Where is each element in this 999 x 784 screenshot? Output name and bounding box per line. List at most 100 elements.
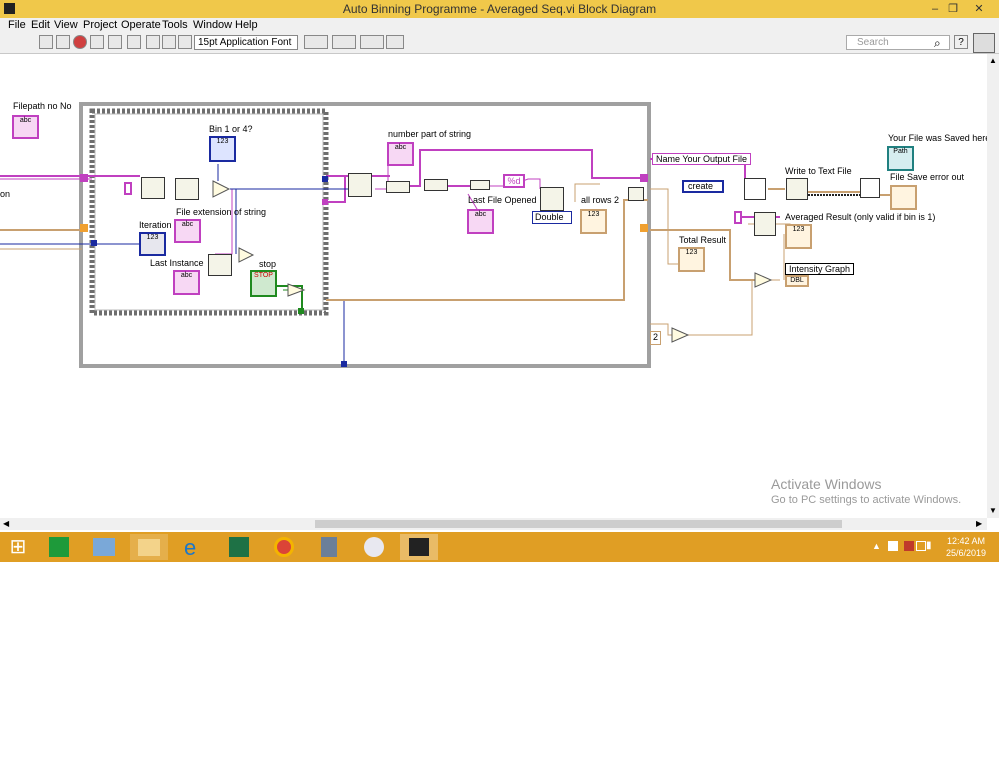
distribute-objects-icon[interactable] — [332, 35, 356, 49]
type-double-ring[interactable]: Double — [532, 211, 572, 224]
search-icon[interactable]: ⌕ — [934, 36, 941, 51]
tray-monitor-icon[interactable] — [916, 541, 926, 551]
menu-tools[interactable]: Tools — [162, 19, 188, 31]
open-file-node[interactable] — [744, 178, 766, 200]
tray-chevron-icon[interactable]: ▲ — [872, 541, 881, 551]
last-instance-terminal[interactable]: abc — [173, 270, 200, 295]
clock-time: 12:42 AM — [946, 536, 986, 546]
create-ring-constant[interactable]: create — [682, 180, 724, 193]
block-diagram-canvas[interactable]: Filepath no No on Bin 1 or 4? Iteration … — [0, 54, 990, 518]
align-objects-icon[interactable] — [304, 35, 328, 49]
all-rows-terminal[interactable]: 123 — [580, 209, 607, 234]
retain-wire-values-icon[interactable] — [127, 35, 141, 49]
number-to-string-node[interactable] — [175, 178, 199, 200]
run-arrow-icon[interactable] — [39, 35, 53, 49]
string-constant[interactable] — [734, 211, 742, 224]
number-part-terminal[interactable]: abc — [387, 142, 414, 166]
taskbar-clock[interactable]: 12:42 AM 25/6/2019 — [938, 535, 994, 559]
file-save-error-label: File Save error out — [890, 172, 965, 182]
notes-icon[interactable] — [85, 534, 123, 560]
pause-icon[interactable] — [90, 35, 104, 49]
tray-network-icon[interactable] — [888, 541, 898, 551]
vi-icon[interactable] — [973, 33, 995, 53]
menu-help[interactable]: Help — [235, 19, 258, 31]
font-select[interactable]: 15pt Application Font — [194, 35, 298, 50]
constant-two[interactable]: 2 — [650, 331, 661, 345]
last-file-terminal[interactable]: abc — [467, 209, 494, 234]
last-file-opened-label: Last File Opened — [468, 195, 537, 205]
file-extension-terminal[interactable]: abc — [174, 219, 201, 243]
write-text-file-node[interactable] — [786, 178, 808, 200]
scroll-left-icon[interactable]: ◀ — [3, 519, 9, 528]
run-continuously-icon[interactable] — [56, 35, 70, 49]
minimize-button[interactable]: – — [926, 1, 944, 17]
clean-up-diagram-icon[interactable] — [386, 35, 404, 49]
concatenate-node[interactable] — [386, 181, 410, 193]
outer-structure-frame — [79, 102, 651, 368]
step-out-icon[interactable] — [178, 35, 192, 49]
read-spreadsheet-node[interactable] — [540, 187, 564, 211]
bin-terminal[interactable]: 123 — [209, 136, 236, 162]
filepath-terminal[interactable]: abc — [12, 115, 39, 139]
tray-flag-icon[interactable] — [904, 541, 914, 551]
saved-path-terminal[interactable]: Path — [887, 146, 914, 171]
toolbar: 15pt Application Font Search ⌕ ? — [0, 33, 999, 54]
iteration-terminal[interactable]: 123 — [139, 232, 166, 256]
menu-view[interactable]: View — [54, 19, 78, 31]
merge-node[interactable] — [628, 187, 644, 201]
taskbar: ⊞ e ▲ ▮ 12:42 AM 25/6/2019 — [0, 532, 999, 562]
stop-button-terminal[interactable]: STOP — [250, 270, 277, 297]
highlight-execution-icon[interactable] — [108, 35, 122, 49]
scroll-up-icon[interactable]: ▲ — [989, 56, 997, 65]
start-windows-icon[interactable]: ⊞ — [0, 534, 36, 560]
paint-app-icon[interactable] — [355, 534, 393, 560]
menu-operate[interactable]: Operate — [121, 19, 161, 31]
scroll-down-icon[interactable]: ▼ — [989, 506, 997, 515]
menu-window[interactable]: Window — [193, 19, 232, 31]
excel-icon[interactable] — [220, 534, 258, 560]
tray-signal-icon[interactable]: ▮ — [926, 540, 932, 551]
clock-date: 25/6/2019 — [945, 548, 987, 558]
internet-explorer-icon[interactable]: e — [175, 534, 213, 560]
scroll-right-icon[interactable]: ▶ — [976, 519, 982, 528]
step-over-icon[interactable] — [162, 35, 176, 49]
close-file-node[interactable] — [860, 178, 880, 198]
abort-icon[interactable] — [73, 35, 87, 49]
format-into-string-node[interactable] — [424, 179, 448, 191]
total-result-terminal[interactable]: 123 — [678, 247, 705, 272]
horizontal-scrollbar[interactable]: ◀ ▶ — [0, 518, 987, 530]
build-path-node[interactable] — [141, 177, 165, 199]
string-subset-node[interactable] — [348, 173, 372, 197]
calculator-icon[interactable] — [310, 534, 348, 560]
restore-button[interactable]: ❐ — [944, 1, 962, 17]
store-icon[interactable] — [40, 534, 78, 560]
filepath-label: Filepath no No — [13, 101, 72, 111]
title-bar: Auto Binning Programme - Averaged Seq.vi… — [0, 0, 999, 18]
menu-file[interactable]: File — [8, 19, 26, 31]
string-const-node[interactable] — [470, 180, 490, 190]
menu-project[interactable]: Project — [83, 19, 117, 31]
match-pattern-node[interactable] — [208, 254, 232, 276]
reorder-icon[interactable] — [360, 35, 384, 49]
format-spec-constant[interactable]: %d — [503, 174, 525, 188]
intensity-graph-terminal[interactable]: DBL — [785, 275, 809, 287]
iteration-label: Iteration — [139, 220, 172, 230]
file-extension-label: File extension of string — [176, 207, 267, 217]
close-button[interactable]: ✕ — [970, 1, 988, 17]
array-to-spreadsheet-node[interactable] — [754, 212, 776, 236]
labview-taskbar-icon[interactable] — [400, 534, 438, 560]
horizontal-scroll-thumb[interactable] — [315, 520, 842, 528]
chrome-icon[interactable] — [265, 534, 303, 560]
step-into-icon[interactable] — [146, 35, 160, 49]
context-help-button[interactable]: ? — [954, 35, 968, 49]
empty-string-constant[interactable] — [124, 182, 132, 195]
vertical-scrollbar[interactable]: ▲ ▼ — [987, 54, 999, 518]
error-out-terminal[interactable] — [890, 185, 917, 210]
watermark-title: Activate Windows — [771, 476, 882, 492]
menu-edit[interactable]: Edit — [31, 19, 50, 31]
averaged-result-terminal[interactable]: 123 — [785, 224, 812, 249]
activate-windows-watermark: Activate Windows Go to PC settings to ac… — [771, 476, 961, 506]
write-to-text-file-label: Write to Text File — [785, 166, 852, 176]
file-explorer-icon[interactable] — [130, 534, 168, 560]
bin-label: Bin 1 or 4? — [209, 124, 253, 134]
